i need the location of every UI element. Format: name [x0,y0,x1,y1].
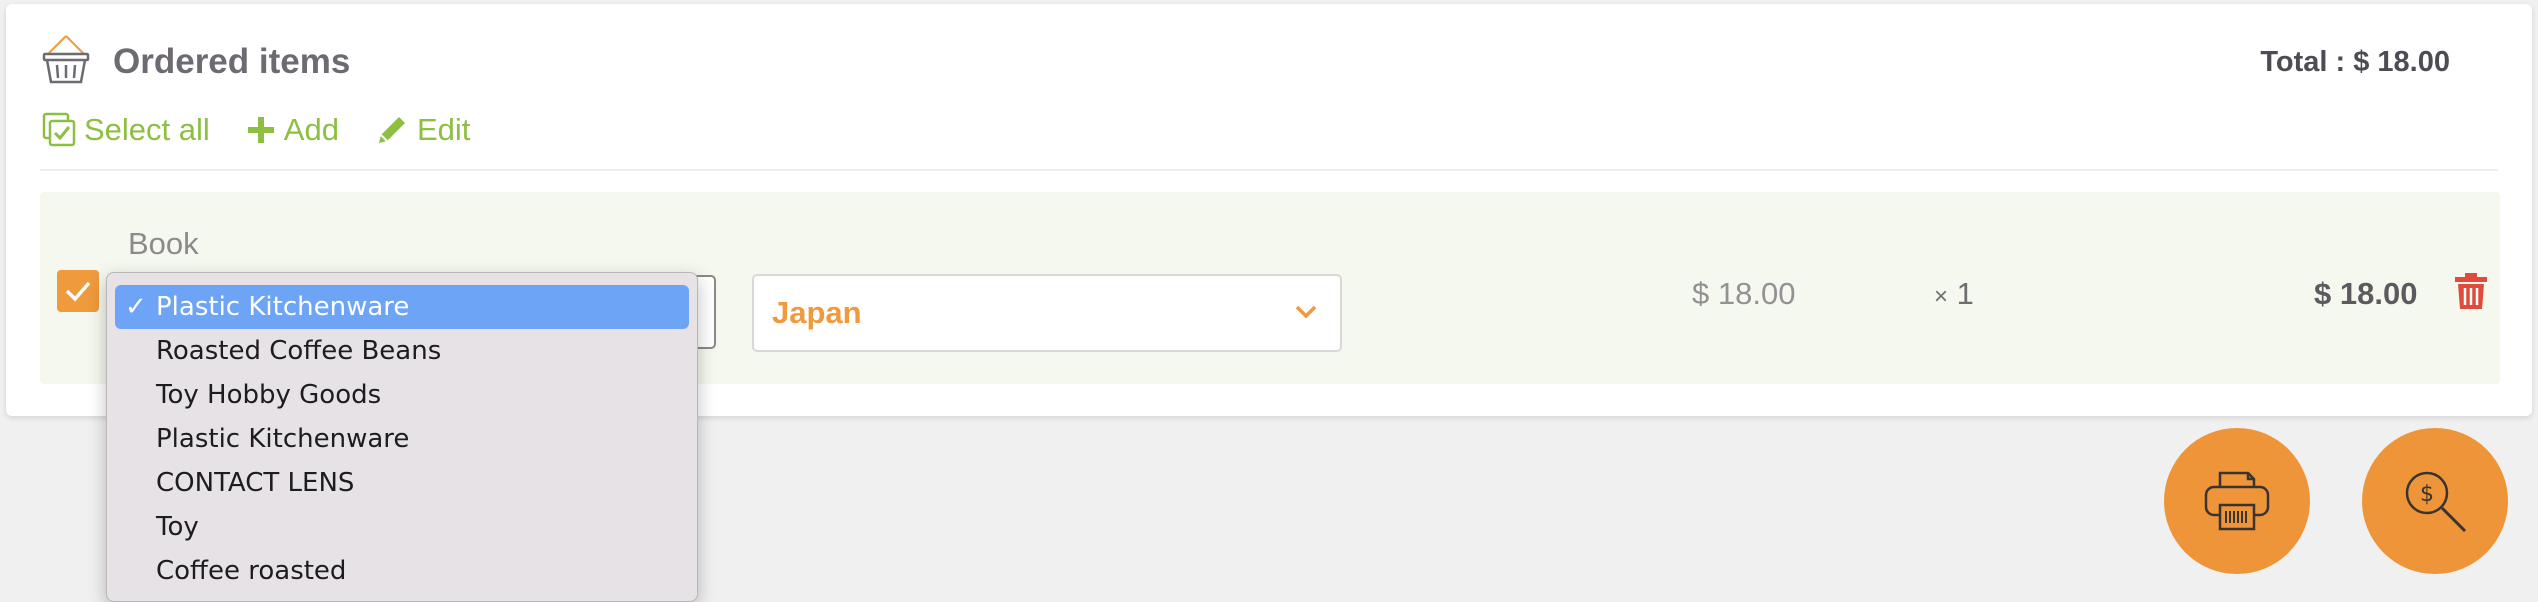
quantity-value: 1 [1956,276,1974,311]
printer-icon [2204,471,2270,531]
item-name: Book [128,226,199,261]
page-title: Ordered items [113,42,351,81]
dropdown-option[interactable]: Toy [107,505,697,549]
quantity-multiplier: × [1934,283,1949,310]
print-button[interactable] [2164,428,2310,574]
dropdown-option[interactable]: ✓ Plastic Kitchenware [115,285,689,329]
dropdown-option[interactable]: Coffee roasted [107,549,697,593]
unit-price: $ 18.00 [1692,276,1796,311]
checkmark-icon [65,281,91,302]
dropdown-option[interactable]: Roasted Coffee Beans [107,329,697,373]
trash-icon[interactable] [2454,272,2488,315]
order-total: Total : $ 18.00 [2260,46,2450,78]
checkbox-check-icon [42,112,76,147]
edit-button[interactable]: Edit [375,112,470,148]
edit-label: Edit [416,112,471,147]
price-search-button[interactable]: $ [2362,428,2508,574]
add-button[interactable]: Add [246,112,339,148]
dollar-search-icon: $ [2405,471,2467,533]
add-label: Add [283,112,339,147]
select-all-label: Select all [84,112,210,147]
category-dropdown: ✓ Plastic Kitchenware Roasted Coffee Bea… [106,272,698,602]
plus-icon [247,117,274,143]
svg-text:$: $ [2420,482,2434,507]
country-value: Japan [772,295,862,330]
selected-tick-icon: ✓ [125,292,147,322]
dropdown-option[interactable]: Plastic Kitchenware [107,417,697,461]
line-total: $ 18.00 [2314,276,2418,311]
dropdown-option[interactable]: Toy Hobby Goods [107,373,697,417]
chevron-down-icon [1295,305,1317,319]
select-all-button[interactable]: Select all [42,112,210,148]
toolbar: Select all Add Edit [42,108,506,152]
country-select[interactable]: Japan [752,274,1342,352]
pencil-icon [378,117,405,143]
basket-icon [40,32,92,88]
item-checkbox[interactable] [57,270,99,312]
divider [40,169,2498,171]
quantity: × 1 [1934,276,1974,312]
dropdown-option[interactable]: CONTACT LENS [107,461,697,505]
